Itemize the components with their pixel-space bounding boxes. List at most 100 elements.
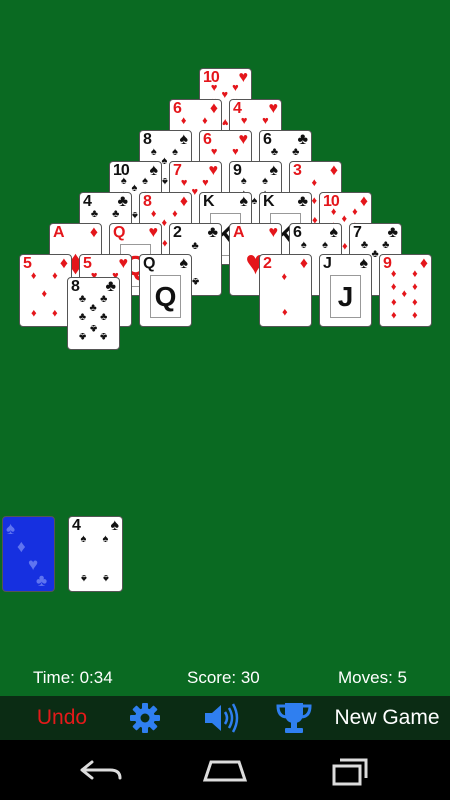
club-pip-icon: ♣ xyxy=(78,292,87,305)
card-suit: ♦ xyxy=(59,255,68,272)
club-pip-icon: ♣ xyxy=(382,238,390,251)
speaker-icon xyxy=(205,703,239,733)
club-pip-icon: ♣ xyxy=(78,311,87,324)
card-suit: ♠ xyxy=(149,162,159,179)
diamond-pip-icon: ♦ xyxy=(412,268,418,281)
solitaire-app: 10♥♥♥♥♥♥♥♥♥♥♥6♦♦♦♦♦♦♦4♥♥♥♥♥8♠♠♠♠♠♠♠♠♠6♥♥… xyxy=(0,0,450,800)
spade-pip-icon: ♠ xyxy=(102,571,109,584)
card-suit: ♣ xyxy=(207,224,219,241)
sound-button[interactable] xyxy=(200,696,242,740)
spade-pip-icon: ♠ xyxy=(172,145,178,158)
diamond-pip-icon: ♦ xyxy=(161,216,168,229)
card-rank: 6 xyxy=(203,131,212,148)
card-suit: ♥ xyxy=(118,255,129,272)
spade-pip-icon: ♠ xyxy=(80,571,87,584)
spade-pip-icon: ♠ xyxy=(131,182,138,194)
spade-pip-icon: ♠ xyxy=(150,145,157,158)
club-pip-icon: ♣ xyxy=(371,247,379,260)
card-suit: ♠ xyxy=(329,224,339,241)
card-rank: 4 xyxy=(83,193,92,210)
club-pip-icon: ♣ xyxy=(89,321,97,334)
heart-pip-icon: ♥ xyxy=(221,116,229,129)
dragged-card[interactable]: 8 ♣ ♣ ♣ ♣ ♣ ♣ ♣ ♣ ♣ xyxy=(67,277,120,350)
diamond-pip-icon: ♦ xyxy=(390,268,397,281)
card-suit: ♠ xyxy=(179,131,189,148)
diamond-pip-icon: ♦ xyxy=(202,114,208,127)
stock-pile[interactable]: ♠ ♦ ♥ ♣ xyxy=(2,516,55,592)
card-rank: Q xyxy=(113,224,125,241)
android-nav-bar xyxy=(0,740,450,800)
card-suit: ♠ xyxy=(359,255,369,272)
spade-pip-icon: ♠ xyxy=(131,209,138,222)
card-suit: ♥ xyxy=(238,131,249,148)
spade-pip-icon: ♠ xyxy=(240,175,247,188)
card-rank: 2 xyxy=(173,224,182,241)
spade-pip-icon: ♠ xyxy=(102,532,109,545)
card-back-diamond-icon: ♦ xyxy=(17,537,26,556)
diamond-pip-icon: ♦ xyxy=(401,288,408,301)
heart-pip-icon: ♥ xyxy=(240,114,248,127)
face-card-letter: Q xyxy=(154,281,177,312)
spade-pip-icon: ♠ xyxy=(300,238,307,251)
time-label: Time: 0:34 xyxy=(33,668,113,687)
card-rank: K xyxy=(203,193,215,210)
card-suit: ♦ xyxy=(299,255,308,272)
diamond-pip-icon: ♦ xyxy=(341,240,348,253)
club-pip-icon: ♣ xyxy=(112,207,120,220)
card-suit: ♦ xyxy=(89,224,98,241)
diamond-pip-icon: ♦ xyxy=(390,296,397,309)
diamond-pip-icon: ♦ xyxy=(52,307,58,320)
diamond-pip-icon: ♦ xyxy=(41,288,48,301)
card-back-club-icon: ♣ xyxy=(36,571,48,590)
status-bar: Time: 0:34 Score: 30 Moves: 5 xyxy=(0,664,450,692)
heart-pip-icon: ♥ xyxy=(262,114,269,127)
club-pip-icon: ♣ xyxy=(270,145,279,158)
card-back-spade-icon: ♠ xyxy=(6,519,16,538)
card-suit: ♦ xyxy=(359,193,368,210)
card-suit: ♠ xyxy=(110,517,120,534)
club-pip-icon: ♣ xyxy=(100,311,108,324)
card-rank: 9 xyxy=(233,162,242,179)
card-rank: 9 xyxy=(383,255,392,272)
settings-button[interactable] xyxy=(124,696,166,740)
card-suit: ♥ xyxy=(268,224,279,241)
diamond-pip-icon: ♦ xyxy=(412,308,418,321)
club-pip-icon: ♣ xyxy=(89,301,97,314)
card-rank: 2 xyxy=(263,255,272,272)
pyramid-card[interactable]: J ♠ J xyxy=(319,254,372,327)
spade-pip-icon: ♠ xyxy=(120,175,127,188)
diamond-pip-icon: ♦ xyxy=(281,305,288,318)
card-suit: ♦ xyxy=(209,100,218,117)
card-suit: ♠ xyxy=(269,162,279,179)
waste-pile-card[interactable]: 4 ♠ ♠ ♠ ♠ ♠ xyxy=(68,516,123,592)
card-rank: 8 xyxy=(143,131,152,148)
trophy-icon xyxy=(276,703,312,733)
diamond-pip-icon: ♦ xyxy=(30,307,37,320)
pyramid-card[interactable]: 9 ♦ ♦ ♦ ♦ ♦ ♦ ♦ ♦ ♦ ♦ xyxy=(379,254,432,327)
new-game-button[interactable]: New Game xyxy=(326,696,448,740)
diamond-pip-icon: ♦ xyxy=(180,114,187,127)
card-rank: 5 xyxy=(83,255,92,272)
diamond-pip-icon: ♦ xyxy=(311,176,318,189)
face-card-letter: J xyxy=(337,281,354,312)
undo-button[interactable]: Undo xyxy=(22,696,102,740)
card-suit: ♥ xyxy=(238,69,249,86)
heart-pip-icon: ♥ xyxy=(232,145,239,158)
club-pip-icon: ♣ xyxy=(292,145,300,158)
card-rank: 3 xyxy=(293,162,302,179)
trophy-button[interactable] xyxy=(272,696,316,740)
card-suit: ♦ xyxy=(419,255,428,272)
recents-button[interactable] xyxy=(320,750,380,790)
club-pip-icon: ♣ xyxy=(191,274,199,287)
back-button[interactable] xyxy=(70,750,130,790)
card-rank: 7 xyxy=(173,162,182,179)
pyramid-card[interactable]: 2 ♦ ♦ ♦ xyxy=(259,254,312,327)
game-table: 10♥♥♥♥♥♥♥♥♥♥♥6♦♦♦♦♦♦♦4♥♥♥♥♥8♠♠♠♠♠♠♠♠♠6♥♥… xyxy=(0,0,450,696)
pyramid-card[interactable]: 5 ♦ ♦ ♦ ♦ ♦ ♦ xyxy=(19,254,72,327)
diamond-pip-icon: ♦ xyxy=(30,269,37,282)
card-rank: J xyxy=(323,255,332,272)
club-pip-icon: ♣ xyxy=(100,330,108,343)
spade-pip-icon: ♠ xyxy=(251,195,258,208)
home-button[interactable] xyxy=(195,750,255,790)
pyramid-card[interactable]: Q ♠ Q xyxy=(139,254,192,327)
